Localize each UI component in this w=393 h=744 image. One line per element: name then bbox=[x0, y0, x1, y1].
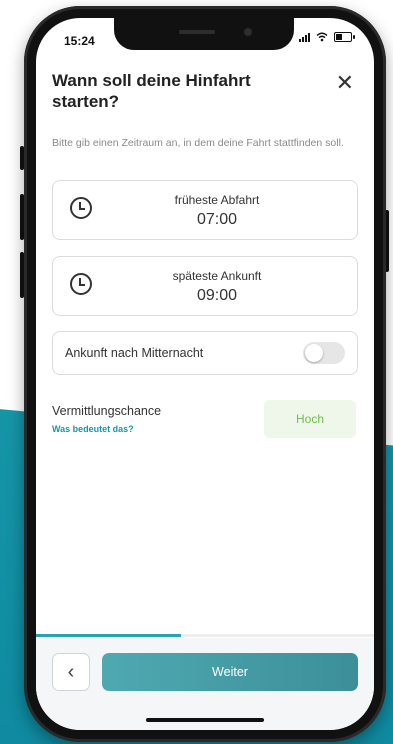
footer-bar: ‹ Weiter bbox=[36, 638, 374, 730]
earliest-departure-label: früheste Abfahrt bbox=[174, 193, 260, 207]
latest-arrival-label: späteste Ankunft bbox=[172, 269, 262, 283]
page-title: Wann soll deine Hinfahrt starten? bbox=[52, 71, 251, 111]
progress-fill bbox=[36, 634, 182, 637]
instructions-text: Bitte gib einen Zeitraum an, in dem dein… bbox=[52, 137, 344, 149]
next-button[interactable]: Weiter bbox=[102, 653, 358, 691]
wifi-icon bbox=[316, 32, 328, 42]
status-time: 15:24 bbox=[64, 34, 95, 48]
status-icons bbox=[299, 32, 355, 42]
home-indicator bbox=[146, 718, 264, 722]
close-icon[interactable]: ✕ bbox=[336, 70, 354, 96]
earliest-departure-time: 07:00 bbox=[196, 211, 238, 228]
midnight-arrival-label: Ankunft nach Mitternacht bbox=[65, 346, 204, 360]
camera bbox=[244, 28, 252, 36]
battery-icon bbox=[334, 32, 355, 42]
speaker bbox=[179, 30, 215, 34]
toggle-knob bbox=[305, 344, 323, 362]
notch bbox=[114, 18, 294, 50]
latest-arrival-time: 09:00 bbox=[196, 287, 238, 304]
latest-arrival-card[interactable]: späteste Ankunft 09:00 bbox=[52, 256, 358, 316]
signal-icon bbox=[299, 32, 310, 42]
back-button[interactable]: ‹ bbox=[52, 653, 90, 691]
earliest-departure-card[interactable]: früheste Abfahrt 07:00 bbox=[52, 180, 358, 240]
phone-screen: 15:24 Wann soll deine Hinfahrt starten? … bbox=[36, 18, 374, 730]
progress-bar bbox=[36, 634, 374, 637]
match-chance-info-link[interactable]: Was bedeutet das? bbox=[52, 424, 134, 434]
match-chance-label: Vermittlungschance bbox=[52, 404, 162, 418]
match-chance-badge: Hoch bbox=[264, 400, 356, 438]
midnight-arrival-row: Ankunft nach Mitternacht bbox=[52, 331, 358, 375]
midnight-arrival-toggle[interactable] bbox=[303, 342, 345, 364]
